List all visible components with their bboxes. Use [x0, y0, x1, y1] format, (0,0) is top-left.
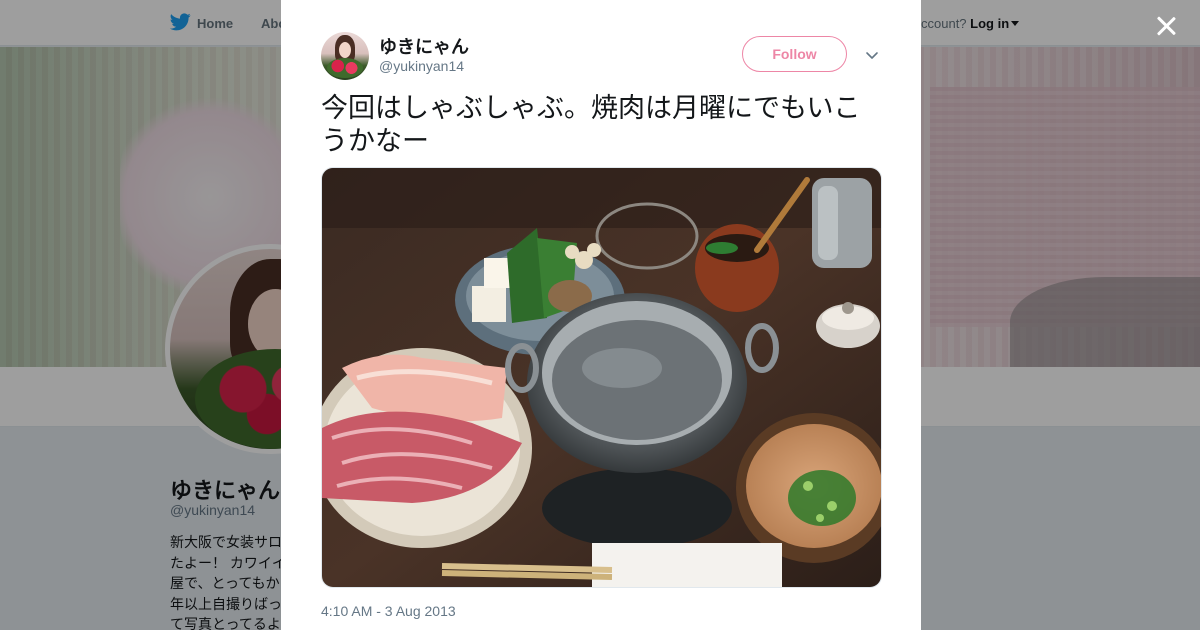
- follow-button[interactable]: Follow: [742, 36, 847, 72]
- tweet-modal: ゆきにゃん @yukinyan14 Follow 今回はしゃぶしゃぶ。焼肉は月曜…: [281, 0, 921, 630]
- author-handle[interactable]: @yukinyan14: [379, 58, 464, 74]
- author-name[interactable]: ゆきにゃん: [379, 33, 469, 59]
- chevron-down-icon[interactable]: [865, 48, 879, 62]
- author-avatar[interactable]: [321, 32, 369, 80]
- tweet-photo[interactable]: [321, 167, 882, 588]
- tweet-text: 今回はしゃぶしゃぶ。焼肉は月曜にでもいこうかなー: [321, 93, 861, 156]
- tweet-timestamp[interactable]: 4:10 AM - 3 Aug 2013: [321, 603, 456, 619]
- shabu-shabu-photo: [322, 168, 881, 587]
- close-icon[interactable]: [1152, 12, 1180, 40]
